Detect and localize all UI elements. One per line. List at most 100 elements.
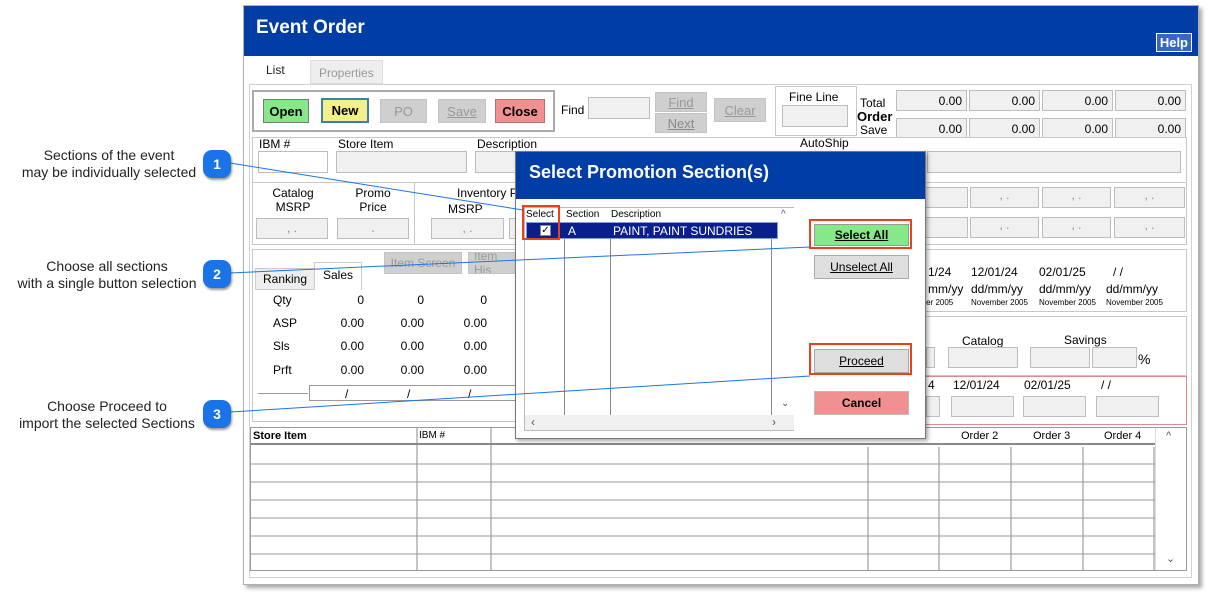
- right-field-r1-1: [922, 187, 968, 208]
- tab-ranking[interactable]: Ranking: [255, 268, 316, 290]
- new-button[interactable]: New: [321, 98, 369, 123]
- find-input[interactable]: [588, 97, 650, 119]
- tab-properties[interactable]: Properties: [310, 60, 383, 84]
- callout-badge-1: 1: [203, 150, 231, 178]
- right-field-r2-3: , .: [1042, 217, 1111, 238]
- scroll-down-icon[interactable]: ⌄: [781, 398, 789, 409]
- total-value-3: 0.00: [1084, 94, 1108, 108]
- save-value-4: 0.00: [1157, 122, 1181, 136]
- grid-col-divider: [564, 222, 565, 415]
- pricing-field-0: [926, 347, 935, 368]
- autoship-input[interactable]: [927, 151, 1181, 173]
- callout-3-line1: Choose Proceed to: [47, 398, 167, 414]
- order-date-field-3[interactable]: [1023, 396, 1086, 417]
- open-button[interactable]: Open: [263, 99, 309, 123]
- promo-price-label-line2: Price: [359, 200, 387, 214]
- price-divider: [414, 183, 415, 244]
- date-3: 02/01/25: [1039, 265, 1086, 279]
- highlight-select-all: [809, 219, 912, 249]
- next-button[interactable]: Next: [655, 113, 707, 133]
- catalog-field: [948, 347, 1018, 368]
- scroll-right-icon[interactable]: ›: [772, 415, 776, 429]
- catalog-label: Catalog: [962, 334, 1004, 348]
- catalog-msrp-label-line2: MSRP: [275, 200, 311, 214]
- sales-value: 0: [417, 293, 424, 307]
- save-button[interactable]: Save: [438, 99, 486, 123]
- order-date-field-4[interactable]: [1096, 396, 1159, 417]
- unselect-all-button[interactable]: Unselect All: [814, 255, 909, 279]
- right-field-r1-4: , .: [1114, 187, 1185, 208]
- cancel-button[interactable]: Cancel: [814, 391, 909, 415]
- callout-1-line2: may be individually selected: [21, 164, 197, 180]
- po-button[interactable]: PO: [380, 99, 427, 123]
- callout-badge-2: 2: [203, 260, 231, 288]
- order-label: Order: [857, 109, 893, 124]
- total-field-1: 0.00: [896, 90, 967, 111]
- sales-row-label: ASP: [273, 316, 298, 330]
- order-date-field-1[interactable]: [926, 396, 940, 417]
- find-button-label: Find: [668, 94, 694, 110]
- catalog-msrp-label: Catalog MSRP: [270, 186, 316, 214]
- section-code: A: [568, 224, 577, 238]
- item-screen-button[interactable]: Item Screen: [384, 252, 462, 274]
- save-field-2: 0.00: [969, 118, 1040, 139]
- total-value-4: 0.00: [1157, 94, 1181, 108]
- find-button[interactable]: Find: [655, 92, 707, 112]
- promo-price-label: Promo Price: [350, 186, 396, 214]
- right-field-r1-3: , .: [1042, 187, 1111, 208]
- sales-date-row: / / /: [309, 385, 519, 401]
- col-description[interactable]: Description: [611, 209, 661, 220]
- sales-date: /: [345, 387, 349, 401]
- table-vscrollbar[interactable]: ^ ⌄: [1155, 428, 1186, 570]
- sales-row-label: Prft: [273, 363, 292, 377]
- right-field-r2-4: , .: [1114, 217, 1185, 238]
- scroll-left-icon[interactable]: ‹: [531, 415, 535, 429]
- sales-date: /: [407, 387, 411, 401]
- tab-list[interactable]: List: [254, 58, 297, 84]
- highlight-select-column: [522, 205, 560, 240]
- clear-button[interactable]: Clear: [714, 98, 766, 122]
- total-field-4: 0.00: [1115, 90, 1186, 111]
- save-field-3: 0.00: [1042, 118, 1113, 139]
- right-field-r2-1: [922, 217, 968, 238]
- scroll-up-icon[interactable]: ^: [781, 209, 786, 220]
- sales-value: 0: [357, 293, 364, 307]
- right-value-r1-2: , .: [999, 188, 1010, 202]
- savings-label: Savings: [1064, 333, 1107, 347]
- catalog-msrp-value: , .: [286, 221, 297, 235]
- grid-vscrollbar[interactable]: ^ ⌄: [778, 208, 794, 415]
- callout-2-text: Choose all sections with a single button…: [10, 258, 204, 292]
- next-button-label: Next: [667, 115, 695, 131]
- right-value-r2-4: , .: [1144, 218, 1155, 232]
- section-row[interactable]: ✓ A PAINT, PAINT SUNDRIES: [526, 222, 778, 239]
- scroll-down-icon[interactable]: ⌄: [1166, 552, 1175, 565]
- callout-1-text: Sections of the event may be individuall…: [14, 147, 204, 181]
- clear-button-label: Clear: [724, 102, 756, 118]
- date-month-3: November 2005: [1039, 298, 1096, 307]
- sales-value: 0.00: [340, 339, 364, 353]
- save-total-label: Save: [860, 123, 888, 137]
- item-history-button[interactable]: Item His: [468, 252, 518, 274]
- grid-col-divider: [771, 222, 772, 415]
- sales-value: 0.00: [400, 339, 424, 353]
- save-value-2: 0.00: [1011, 122, 1035, 136]
- order-date-field-2[interactable]: [951, 396, 1014, 417]
- date-month-2: November 2005: [971, 298, 1028, 307]
- close-button[interactable]: Close: [495, 99, 545, 123]
- catalog-msrp-label-line1: Catalog: [272, 186, 314, 200]
- total-field-2: 0.00: [969, 90, 1040, 111]
- find-label: Find: [561, 103, 585, 117]
- sales-value: 0.00: [400, 363, 424, 377]
- tab-sales[interactable]: Sales: [314, 262, 363, 290]
- date-format-1: mm/yy: [928, 282, 964, 296]
- right-field-r1-2: , .: [970, 187, 1039, 208]
- fine-line-input[interactable]: [782, 105, 848, 127]
- scroll-up-icon[interactable]: ^: [1166, 430, 1171, 442]
- date-1: 1/24: [928, 265, 952, 279]
- table-gridlines: [251, 428, 1155, 570]
- help-button[interactable]: Help: [1155, 33, 1192, 52]
- col-section[interactable]: Section: [566, 209, 599, 220]
- store-item-input[interactable]: [336, 151, 467, 173]
- ibm-input[interactable]: [258, 151, 328, 173]
- grid-hscrollbar[interactable]: ‹ ›: [525, 415, 794, 430]
